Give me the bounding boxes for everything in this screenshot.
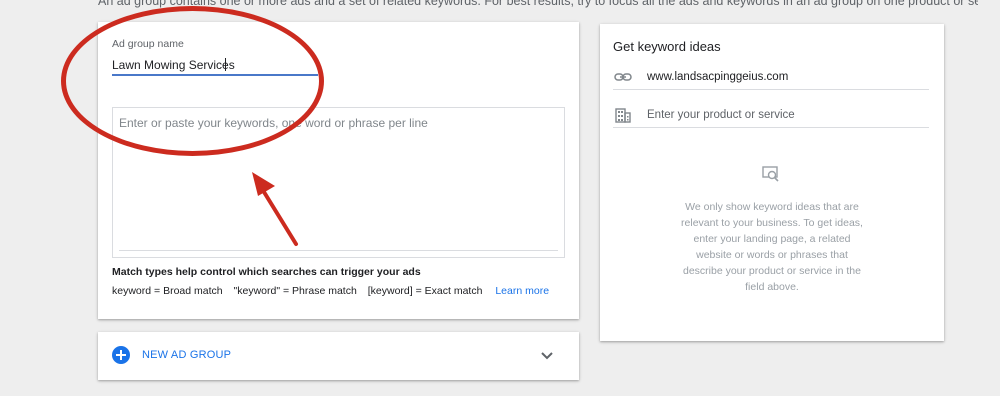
ad-group-card: Ad group name Match types help control w… [98,22,579,319]
product-service-input[interactable] [647,108,917,121]
new-ad-group-card: NEW AD GROUP [98,332,579,380]
phrase-match-text: "keyword" = Phrase match [233,285,357,297]
keyword-ideas-card: Get keyword ideas We only show keyword i… [600,24,944,341]
link-icon [614,72,632,81]
learn-more-link[interactable]: Learn more [495,285,549,297]
intro-text: An ad group contains one or more ads and… [98,0,978,8]
building-icon [615,107,631,123]
match-types-title: Match types help control which searches … [112,266,421,278]
keyword-ideas-info: We only show keyword ideas that are rele… [681,201,863,293]
keywords-box [112,107,565,258]
ad-group-name-label: Ad group name [112,38,184,50]
new-ad-group-label: NEW AD GROUP [142,349,232,361]
text-cursor [225,58,226,71]
broad-match-text: keyword = Broad match [112,285,223,297]
keyword-ideas-title: Get keyword ideas [613,39,721,54]
website-url-row [613,64,929,90]
plus-circle-icon [112,346,130,364]
new-ad-group-button[interactable]: NEW AD GROUP [112,346,231,364]
keywords-textarea[interactable] [113,108,564,257]
exact-match-text: [keyword] = Exact match [367,285,483,297]
website-url-input[interactable] [647,70,917,83]
match-types-line: keyword = Broad match "keyword" = Phrase… [112,285,557,297]
product-row [613,102,929,128]
search-document-icon [762,166,779,182]
chevron-down-icon[interactable] [539,347,555,363]
ad-group-name-input[interactable] [112,54,318,76]
keywords-underline [119,250,558,251]
